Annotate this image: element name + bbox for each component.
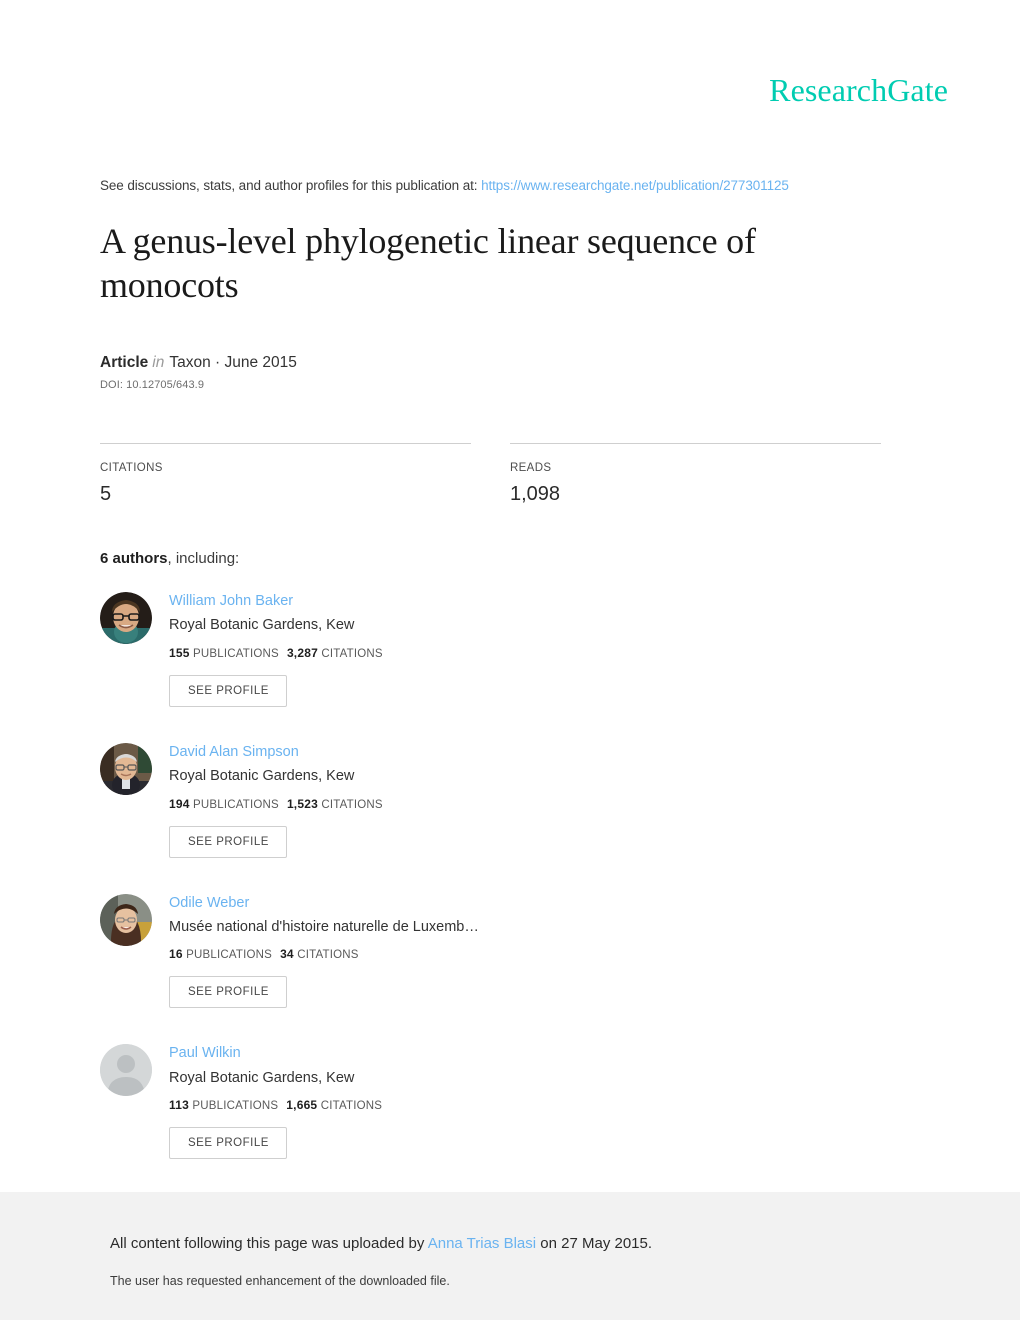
researchgate-logo: ResearchGate [769,74,948,106]
footer-enhancement-note: The user has requested enhancement of th… [110,1274,450,1288]
authors-grid: William John Baker Royal Botanic Gardens… [100,592,882,1195]
author-info: David Alan Simpson Royal Botanic Gardens… [169,743,383,858]
author-affiliation: Royal Botanic Gardens, Kew [169,617,355,634]
page-title: A genus-level phylogenetic linear sequen… [100,221,756,306]
avatar-placeholder-silhouette-icon [100,1044,152,1097]
author-name-link[interactable]: Paul Wilkin [169,1045,382,1062]
divider [510,443,881,445]
avatar[interactable] [100,893,152,946]
avatar-photo-woman-icon [100,893,152,946]
see-profile-button[interactable]: SEE PROFILE [169,976,287,1009]
avatar-photo-man-glasses-icon [100,592,152,645]
authors-count: 6 authors [100,550,168,568]
author-stats: 194 PUBLICATIONS 1,523 CITATIONS [169,797,383,811]
page-footer: All content following this page was uplo… [0,1192,1020,1320]
author-name-link[interactable]: Odile Weber [169,895,479,912]
author-publications-count: 16 [169,947,183,962]
see-profile-button[interactable]: SEE PROFILE [169,825,287,858]
author-card: Paul Wilkin Royal Botanic Gardens, Kew 1… [100,1044,510,1160]
footer-upload-line: All content following this page was uplo… [110,1235,652,1252]
avatar[interactable] [100,1044,152,1097]
publications-word: PUBLICATIONS [193,798,279,811]
see-profile-button[interactable]: SEE PROFILE [169,674,287,707]
citations-word: CITATIONS [321,798,383,811]
author-publications-count: 113 [169,1098,189,1113]
author-card: Odile Weber Musée national d'histoire na… [100,893,510,1009]
author-stats: 16 PUBLICATIONS 34 CITATIONS [169,947,479,961]
publication-url-link[interactable]: https://www.researchgate.net/publication… [481,178,789,193]
citations-stat: CITATIONS 5 [100,443,471,506]
publications-word: PUBLICATIONS [193,647,279,660]
authors-suffix: , including: [167,550,240,568]
author-affiliation: Royal Botanic Gardens, Kew [169,1069,355,1086]
author-card: David Alan Simpson Royal Botanic Gardens… [100,742,510,858]
author-info: William John Baker Royal Botanic Gardens… [169,592,383,707]
author-name-link[interactable]: David Alan Simpson [169,744,383,761]
article-type: Article [100,354,149,372]
avatar[interactable] [100,742,152,795]
avatar[interactable] [100,592,152,645]
citations-word: CITATIONS [297,949,359,962]
author-affiliation: Royal Botanic Gardens, Kew [169,768,355,785]
reads-label: READS [510,462,552,475]
footer-prefix: All content following this page was uplo… [110,1235,425,1252]
stats-row: CITATIONS 5 READS 1,098 [100,443,882,506]
reads-stat: READS 1,098 [510,443,881,506]
author-publications-count: 155 [169,645,190,660]
discussion-prefix: See discussions, stats, and author profi… [100,178,478,193]
author-citations-count: 34 [280,947,294,962]
author-citations-count: 3,287 [286,645,318,660]
footer-suffix: on 27 May 2015. [540,1235,653,1252]
citations-word: CITATIONS [320,1100,383,1113]
author-info: Paul Wilkin Royal Botanic Gardens, Kew 1… [169,1044,382,1160]
author-affiliation: Musée national d'histoire naturelle de L… [169,919,479,936]
citations-word: CITATIONS [321,647,383,660]
author-info: Odile Weber Musée national d'histoire na… [169,894,479,1009]
avatar-photo-older-man-icon [100,742,152,795]
reads-value: 1,098 [510,483,561,506]
author-publications-count: 194 [169,796,190,811]
author-card: William John Baker Royal Botanic Gardens… [100,592,510,707]
discussion-line: See discussions, stats, and author profi… [100,176,882,196]
researchgate-cover-page: ResearchGate See discussions, stats, and… [0,0,1020,1320]
authors-heading: 6 authors, including: [100,550,882,567]
citations-value: 5 [100,483,112,506]
article-in-word: in [152,354,165,372]
see-profile-button[interactable]: SEE PROFILE [169,1127,287,1160]
citations-label: CITATIONS [100,462,163,475]
divider [100,443,471,445]
uploader-link[interactable]: Anna Trias Blasi [428,1235,536,1252]
publications-word: PUBLICATIONS [192,1100,279,1113]
author-name-link[interactable]: William John Baker [169,593,383,610]
author-stats: 155 PUBLICATIONS 3,287 CITATIONS [169,646,383,660]
author-citations-count: 1,523 [286,796,318,811]
article-venue: Taxon · June 2015 [169,354,297,372]
author-citations-count: 1,665 [286,1098,318,1113]
publications-word: PUBLICATIONS [186,949,273,962]
main-content: See discussions, stats, and author profi… [100,176,882,1320]
brand-logo-text: ResearchGate [769,72,948,108]
doi-line: DOI: 10.12705/643.9 [100,379,205,392]
author-stats: 113 PUBLICATIONS 1,665 CITATIONS [169,1098,382,1112]
article-meta: Article in Taxon · June 2015 [100,354,882,372]
